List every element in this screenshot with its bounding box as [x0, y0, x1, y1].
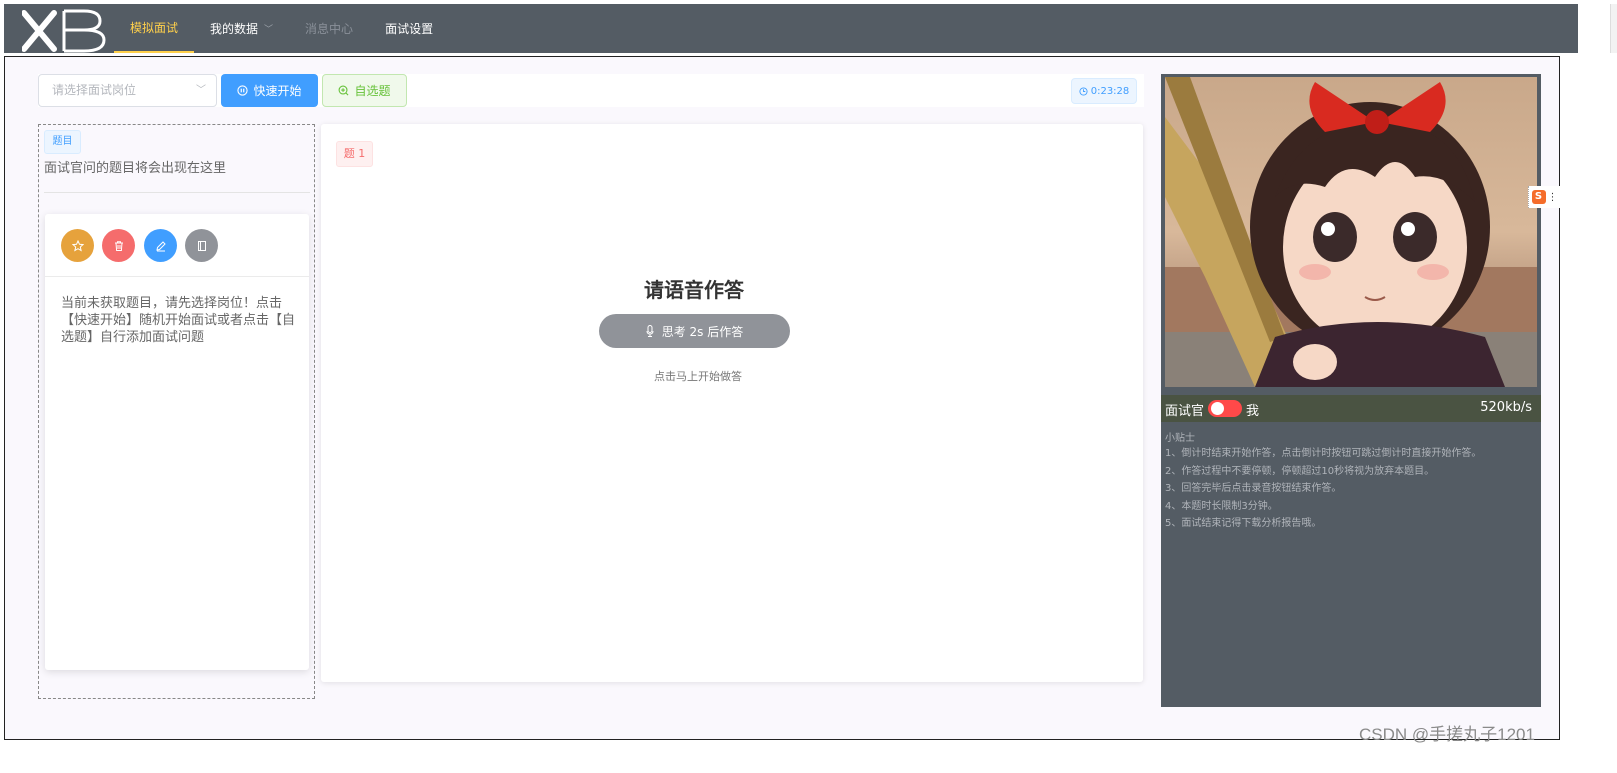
- tip-item: 5、面试结束记得下载分析报告哦。: [1165, 518, 1322, 529]
- nav-item-mock-interview[interactable]: 模拟面试: [114, 4, 195, 53]
- interviewer-avatar-image: [1165, 77, 1537, 387]
- tip-item: 1、倒计时结束开始作答，点击倒计时按钮可跳过倒计时直接开始作答。: [1165, 448, 1482, 459]
- chevron-down-icon: ﹀: [196, 85, 206, 96]
- answer-title: 请语音作答: [644, 278, 744, 302]
- timer-value: 0:23:28: [1090, 85, 1130, 97]
- interviewer-label: 面试官: [1165, 404, 1205, 419]
- think-countdown-button[interactable]: 思考 2s 后作答: [599, 314, 790, 348]
- nav-label: 模拟面试: [130, 21, 179, 35]
- clock-icon: [1079, 86, 1088, 96]
- me-label: 我: [1246, 404, 1260, 419]
- microphone-icon: [646, 325, 654, 337]
- favorite-button[interactable]: [61, 229, 94, 262]
- nav-item-settings[interactable]: 面试设置: [369, 4, 449, 53]
- top-navbar: 模拟面试 我的数据 ﹀ 消息中心 面试设置: [4, 4, 1578, 53]
- trash-icon: [114, 240, 123, 251]
- start-answer-hint[interactable]: 点击马上开始做答: [598, 368, 798, 384]
- watermark: CSDN @手搓丸子1201: [1359, 725, 1535, 744]
- view-toggle[interactable]: [1208, 400, 1242, 417]
- edit-button[interactable]: [144, 229, 177, 262]
- csdn-icon: S: [1531, 190, 1546, 204]
- select-placeholder: 请选择面试岗位: [52, 83, 137, 97]
- tip-item: 3、回答完毕后点击录音按钮结束作答。: [1165, 483, 1342, 494]
- quick-start-button[interactable]: 快速开始: [221, 74, 318, 107]
- button-label: 思考 2s 后作答: [661, 324, 744, 339]
- topic-tag: 题目: [44, 130, 81, 154]
- network-speed: 520kb/s: [1480, 400, 1532, 415]
- button-label: 快速开始: [253, 84, 302, 98]
- question-number-tag: 题 1: [336, 141, 373, 167]
- tip-item: 4、本题时长限制3分钟。: [1165, 500, 1278, 512]
- empty-state-text: 当前未获取题目，请先选择岗位！点击【快速开始】随机开始面试或者点击【自选题】自行…: [61, 296, 296, 345]
- nav-item-my-data[interactable]: 我的数据 ﹀: [194, 4, 289, 53]
- nav-item-messages: 消息中心: [289, 4, 369, 53]
- countdown-timer[interactable]: 0:23:28: [1071, 78, 1137, 104]
- notebook-icon: [197, 240, 206, 251]
- question-card: [45, 214, 309, 670]
- scrollbar[interactable]: [1610, 4, 1617, 53]
- custom-question-button[interactable]: 自选题: [322, 74, 407, 107]
- nav-label: 我的数据: [210, 22, 259, 36]
- answer-panel: [321, 124, 1143, 682]
- notes-button[interactable]: [185, 229, 218, 262]
- nav-label: 消息中心: [305, 22, 354, 36]
- toggle-knob: [1211, 402, 1224, 415]
- tips-list: 1、倒计时结束开始作答，点击倒计时按钮可跳过倒计时直接开始作答。 2、作答过程中…: [1165, 445, 1481, 533]
- question-placeholder: 面试官问的题目将会出现在这里: [44, 161, 227, 176]
- pencil-icon: [155, 240, 166, 251]
- delete-button[interactable]: [102, 229, 135, 262]
- button-label: 自选题: [354, 84, 391, 98]
- nav-label: 面试设置: [385, 22, 434, 36]
- chevron-down-icon: ﹀: [264, 25, 274, 35]
- floating-toolbar[interactable]: S ⋮: [1528, 186, 1560, 208]
- play-circle-icon: [237, 85, 249, 96]
- interviewer-video: [1165, 77, 1537, 387]
- position-select[interactable]: 请选择面试岗位 ﹀: [38, 74, 217, 107]
- star-icon: [71, 239, 84, 252]
- tips-title: 小贴士: [1165, 433, 1195, 444]
- tip-item: 2、作答过程中不要停顿，停顿超过10秒将视为放弃本题目。: [1165, 465, 1435, 477]
- divider: [45, 276, 309, 277]
- more-icon: ⋮: [1547, 191, 1558, 203]
- logo[interactable]: [4, 4, 114, 53]
- zoom-in-icon: [339, 85, 349, 96]
- divider: [44, 192, 310, 193]
- logo-icon: [22, 9, 106, 53]
